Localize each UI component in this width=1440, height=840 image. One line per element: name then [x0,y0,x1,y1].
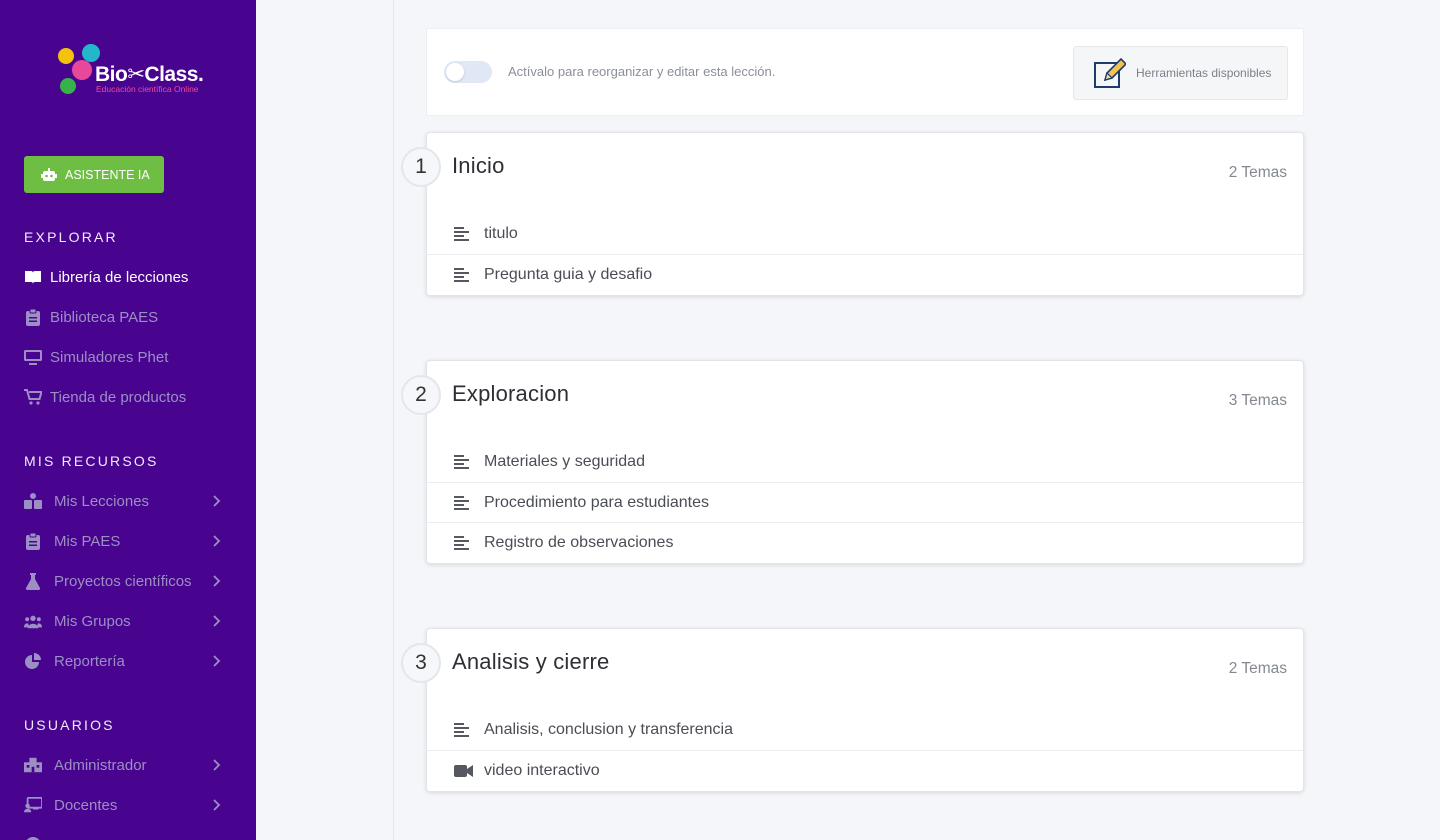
logo-bubble-green [60,78,76,94]
topic-item[interactable]: Registro de observaciones [427,522,1303,562]
nav-item-proyectos[interactable]: Proyectos científicos [24,569,232,593]
edit-mode-toggle[interactable] [444,61,492,83]
monitor-icon [24,348,42,366]
nav-item-cutoff[interactable] [24,833,232,840]
section-title[interactable]: Exploracion [452,381,569,407]
nav-label: Mis Lecciones [54,492,150,510]
topic-item[interactable]: Procedimiento para estudiantes [427,482,1303,522]
lessons-icon [24,492,42,510]
logo-bubble-teal [82,44,100,62]
nav-item-administrador[interactable]: Administrador [24,753,232,777]
topic-label: Pregunta guia y desafio [484,265,653,283]
section-title-resources: MIS RECURSOS [24,453,159,469]
nav-label: Mis PAES [54,532,121,550]
topic-label: video interactivo [484,761,600,779]
text-lines-icon [454,267,470,283]
text-lines-icon [454,454,470,470]
edit-mode-label: Actívalo para reorganizar y editar esta … [508,64,776,79]
topic-count: 2 Temas [1228,660,1287,677]
logo-bubble-yellow [58,48,74,64]
robot-icon [41,167,57,181]
nav-label: Proyectos científicos [54,572,192,590]
teacher-icon [24,796,42,814]
nav-label: Librería de lecciones [50,268,189,286]
nav-label: Docentes [54,796,118,814]
lesson-section-card: 2 Exploracion 3 Temas Materiales y segur… [401,360,1304,564]
lesson-section-card: 1 Inicio 2 Temas titulo Pregunta guia y … [401,132,1304,296]
chevron-right-icon [213,759,221,771]
edit-pencil-icon [1094,57,1126,88]
nav-item-biblioteca-paes[interactable]: Biblioteca PAES [24,305,232,329]
logo-tagline: Educación científica Online [96,84,199,94]
ai-assistant-label: ASISTENTE IA [65,167,150,182]
clipboard-icon [24,532,42,550]
section-number-badge: 3 [401,643,441,683]
section-title[interactable]: Inicio [452,153,505,179]
section-number-badge: 1 [401,147,441,187]
topic-label: Analisis, conclusion y transferencia [484,721,734,738]
nav-label: Tienda de productos [50,388,187,406]
topic-item[interactable]: Materiales y seguridad [427,442,1303,482]
topic-count: 3 Temas [1228,392,1287,409]
chevron-right-icon [213,799,221,811]
nav-item-mis-lecciones[interactable]: Mis Lecciones [24,489,232,513]
section-title[interactable]: Analisis y cierre [452,649,609,675]
clipboard-icon [24,308,42,326]
topic-item[interactable]: titulo [427,214,1303,254]
nav-item-docentes[interactable]: Docentes [24,793,232,817]
chevron-right-icon [213,655,221,667]
chevron-right-icon [213,615,221,627]
available-tools-button[interactable]: Herramientas disponibles [1073,46,1288,100]
nav-label: Simuladores Phet [50,348,169,366]
topic-item[interactable]: video interactivo [427,750,1303,790]
user-circle-icon [24,836,42,840]
bioclass-logo[interactable]: Bio✂Class. Educación científica Online [54,42,204,102]
content-divider [393,0,394,840]
text-lines-icon [454,535,470,551]
nav-label: Mis Grupos [54,612,131,630]
users-icon [24,612,42,630]
topic-count: 2 Temas [1228,164,1287,181]
video-camera-icon [454,763,473,779]
topic-label: Materiales y seguridad [484,453,645,470]
section-title-users: USUARIOS [24,717,115,733]
lesson-toolbar: Actívalo para reorganizar y editar esta … [426,28,1304,116]
logo-bubble-pink [72,60,92,80]
topic-label: Procedimiento para estudiantes [484,493,710,511]
nav-item-mis-paes[interactable]: Mis PAES [24,529,232,553]
cart-icon [24,388,42,406]
book-open-icon [24,268,42,286]
nav-label: Administrador [54,756,147,774]
chevron-right-icon [213,495,221,507]
nav-item-reporteria[interactable]: Reportería [24,649,232,673]
nav-label: Reportería [54,652,125,670]
nav-label: Biblioteca PAES [50,308,159,326]
building-icon [24,756,42,774]
topic-label: Registro de observaciones [484,533,674,551]
nav-item-libreria[interactable]: Librería de lecciones [24,265,232,289]
flask-icon [24,572,42,590]
text-lines-icon [454,495,470,511]
pie-chart-icon [24,652,42,670]
nav-item-tienda[interactable]: Tienda de productos [24,385,232,409]
topic-item[interactable]: Analisis, conclusion y transferencia [427,710,1303,750]
lesson-section-card: 3 Analisis y cierre 2 Temas Analisis, co… [401,628,1304,792]
nav-item-mis-grupos[interactable]: Mis Grupos [24,609,232,633]
available-tools-label: Herramientas disponibles [1136,66,1272,80]
topic-item[interactable]: Pregunta guia y desafio [427,254,1303,294]
topic-label: titulo [484,225,518,242]
section-number-badge: 2 [401,375,441,415]
sidebar: Bio✂Class. Educación científica Online A… [0,0,256,840]
chevron-right-icon [213,535,221,547]
chevron-right-icon [213,575,221,587]
nav-item-simuladores[interactable]: Simuladores Phet [24,345,232,369]
section-title-explore: EXPLORAR [24,229,118,245]
ai-assistant-button[interactable]: ASISTENTE IA [24,156,164,193]
text-lines-icon [454,722,470,738]
text-lines-icon [454,226,470,242]
